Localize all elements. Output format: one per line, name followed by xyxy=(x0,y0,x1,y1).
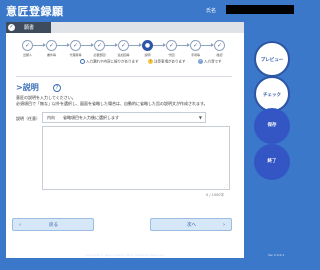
app-title: 意匠登録願 xyxy=(6,5,64,18)
header-bar: 意匠登録願 氏名 xyxy=(0,0,300,22)
back-button[interactable]: ‹ 戻る xyxy=(12,218,94,231)
step-circle[interactable]: ✓ xyxy=(46,40,57,51)
step-circle[interactable]: ✓ xyxy=(190,40,201,51)
completed-check-icon: ✓ xyxy=(198,59,203,64)
resize-handle-icon[interactable]: ⋰ xyxy=(224,184,228,188)
step-label: 代図 xyxy=(168,53,175,57)
step-connector xyxy=(33,45,43,46)
step-label: 追加図等 xyxy=(117,53,130,57)
next-button[interactable]: 次へ › xyxy=(150,218,232,231)
char-count: 0 / 1000字 xyxy=(206,193,225,197)
step-connector xyxy=(105,45,115,46)
description-textarea[interactable]: ⋰ xyxy=(42,126,230,190)
error-marker-icon xyxy=(80,59,85,64)
tab-label: 願書 xyxy=(24,25,35,31)
tab-application[interactable]: ✓ 願書 xyxy=(6,22,51,33)
step-connector xyxy=(153,45,163,46)
chevron-left-icon: ‹ xyxy=(19,222,21,228)
step-connector xyxy=(57,45,67,46)
step-connector xyxy=(201,45,211,46)
name-label: 氏名 xyxy=(206,8,217,14)
step-label: 書件等 xyxy=(46,53,56,57)
step-circle[interactable]: ✓ xyxy=(22,40,33,51)
warning-icon: ! xyxy=(148,59,153,64)
step-label: 確認 xyxy=(216,53,223,57)
step-circle[interactable]: ✓ xyxy=(118,40,129,51)
save-button[interactable]: 保存 xyxy=(254,108,290,144)
step-label: 代理者等 xyxy=(69,53,82,57)
step-label: 出願人 xyxy=(22,53,32,57)
help-icon[interactable]: ? xyxy=(53,84,61,92)
step-current[interactable]: ● xyxy=(142,40,153,51)
chevron-right-icon: › xyxy=(223,222,225,228)
step-label: 説明 xyxy=(144,53,151,57)
step-connector xyxy=(177,45,187,46)
legend-completed: ✓ 入力済です xyxy=(198,59,222,64)
legend-input-required: 入力漏れや内容に誤りがあります xyxy=(80,59,139,65)
finish-button[interactable]: 終了 xyxy=(254,144,290,180)
check-icon: ✓ xyxy=(8,24,15,31)
description-select[interactable]: 内向 省略項目を入力後に選択します ▼ xyxy=(42,112,206,123)
copyright: Copyright © Japan Patent office, All Rig… xyxy=(85,253,165,257)
step-connector xyxy=(81,45,91,46)
divider xyxy=(16,76,232,77)
step-circle[interactable]: ✓ xyxy=(94,40,105,51)
step-circle[interactable]: ✓ xyxy=(214,40,225,51)
description-field-label: 説明（任意） xyxy=(16,116,40,121)
check-button[interactable]: チェック xyxy=(254,76,290,112)
section-title: >説明 xyxy=(16,83,39,92)
legend-warning: ! 注意事項があります xyxy=(148,59,186,64)
step-circle[interactable]: ✓ xyxy=(166,40,177,51)
step-circle[interactable]: ✓ xyxy=(70,40,81,51)
version-label: Ver 2.0.0.1 xyxy=(268,253,285,257)
chevron-down-icon: ▼ xyxy=(198,115,202,120)
step-connector xyxy=(129,45,139,46)
preview-button[interactable]: プレビュー xyxy=(254,41,290,77)
section-description-line-2: 必須項目で「無な」以外を選択し、図面を省略した場合は、自動的に省略した旨の説明文… xyxy=(16,101,208,106)
step-label: 手者等 xyxy=(190,53,200,57)
step-label: 必要部図 xyxy=(93,53,106,57)
user-name-redacted xyxy=(226,5,294,14)
